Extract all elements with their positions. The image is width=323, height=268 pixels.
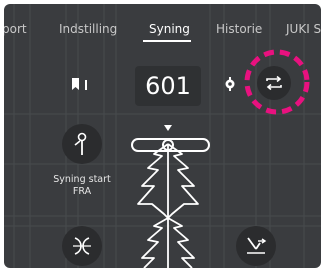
gear-icon[interactable]: [223, 76, 237, 92]
active-tab-indicator: [143, 40, 191, 42]
tab-settings[interactable]: Indstilling: [59, 22, 117, 36]
stitch-counter[interactable]: 601: [135, 66, 201, 106]
highlight-circle: [244, 49, 310, 115]
sewing-start-label: Syning start FRA: [42, 174, 122, 198]
page-marker-icon[interactable]: [70, 76, 90, 92]
trim-button[interactable]: [236, 226, 276, 266]
tab-history[interactable]: Historie: [216, 22, 262, 36]
needle-position-pill[interactable]: [131, 138, 210, 152]
needle-icon: [74, 132, 87, 155]
trim-icon: [247, 237, 267, 254]
background-grid: [4, 4, 321, 268]
position-marker-arrow: [164, 125, 172, 131]
tab-report[interactable]: port: [4, 22, 27, 36]
tab-juki[interactable]: JUKI S: [286, 22, 321, 36]
stitch-pattern-icon: [73, 237, 91, 255]
stitch-pattern-button[interactable]: [62, 226, 102, 266]
stitch-pattern-preview: [137, 143, 199, 268]
sewing-start-line1: Syning start: [53, 174, 111, 185]
sewing-start-button[interactable]: [62, 124, 102, 164]
tab-sewing[interactable]: Syning: [149, 22, 190, 36]
screen: port Indstilling Syning Historie JUKI S …: [4, 4, 321, 268]
sewing-start-line2: FRA: [72, 186, 92, 197]
